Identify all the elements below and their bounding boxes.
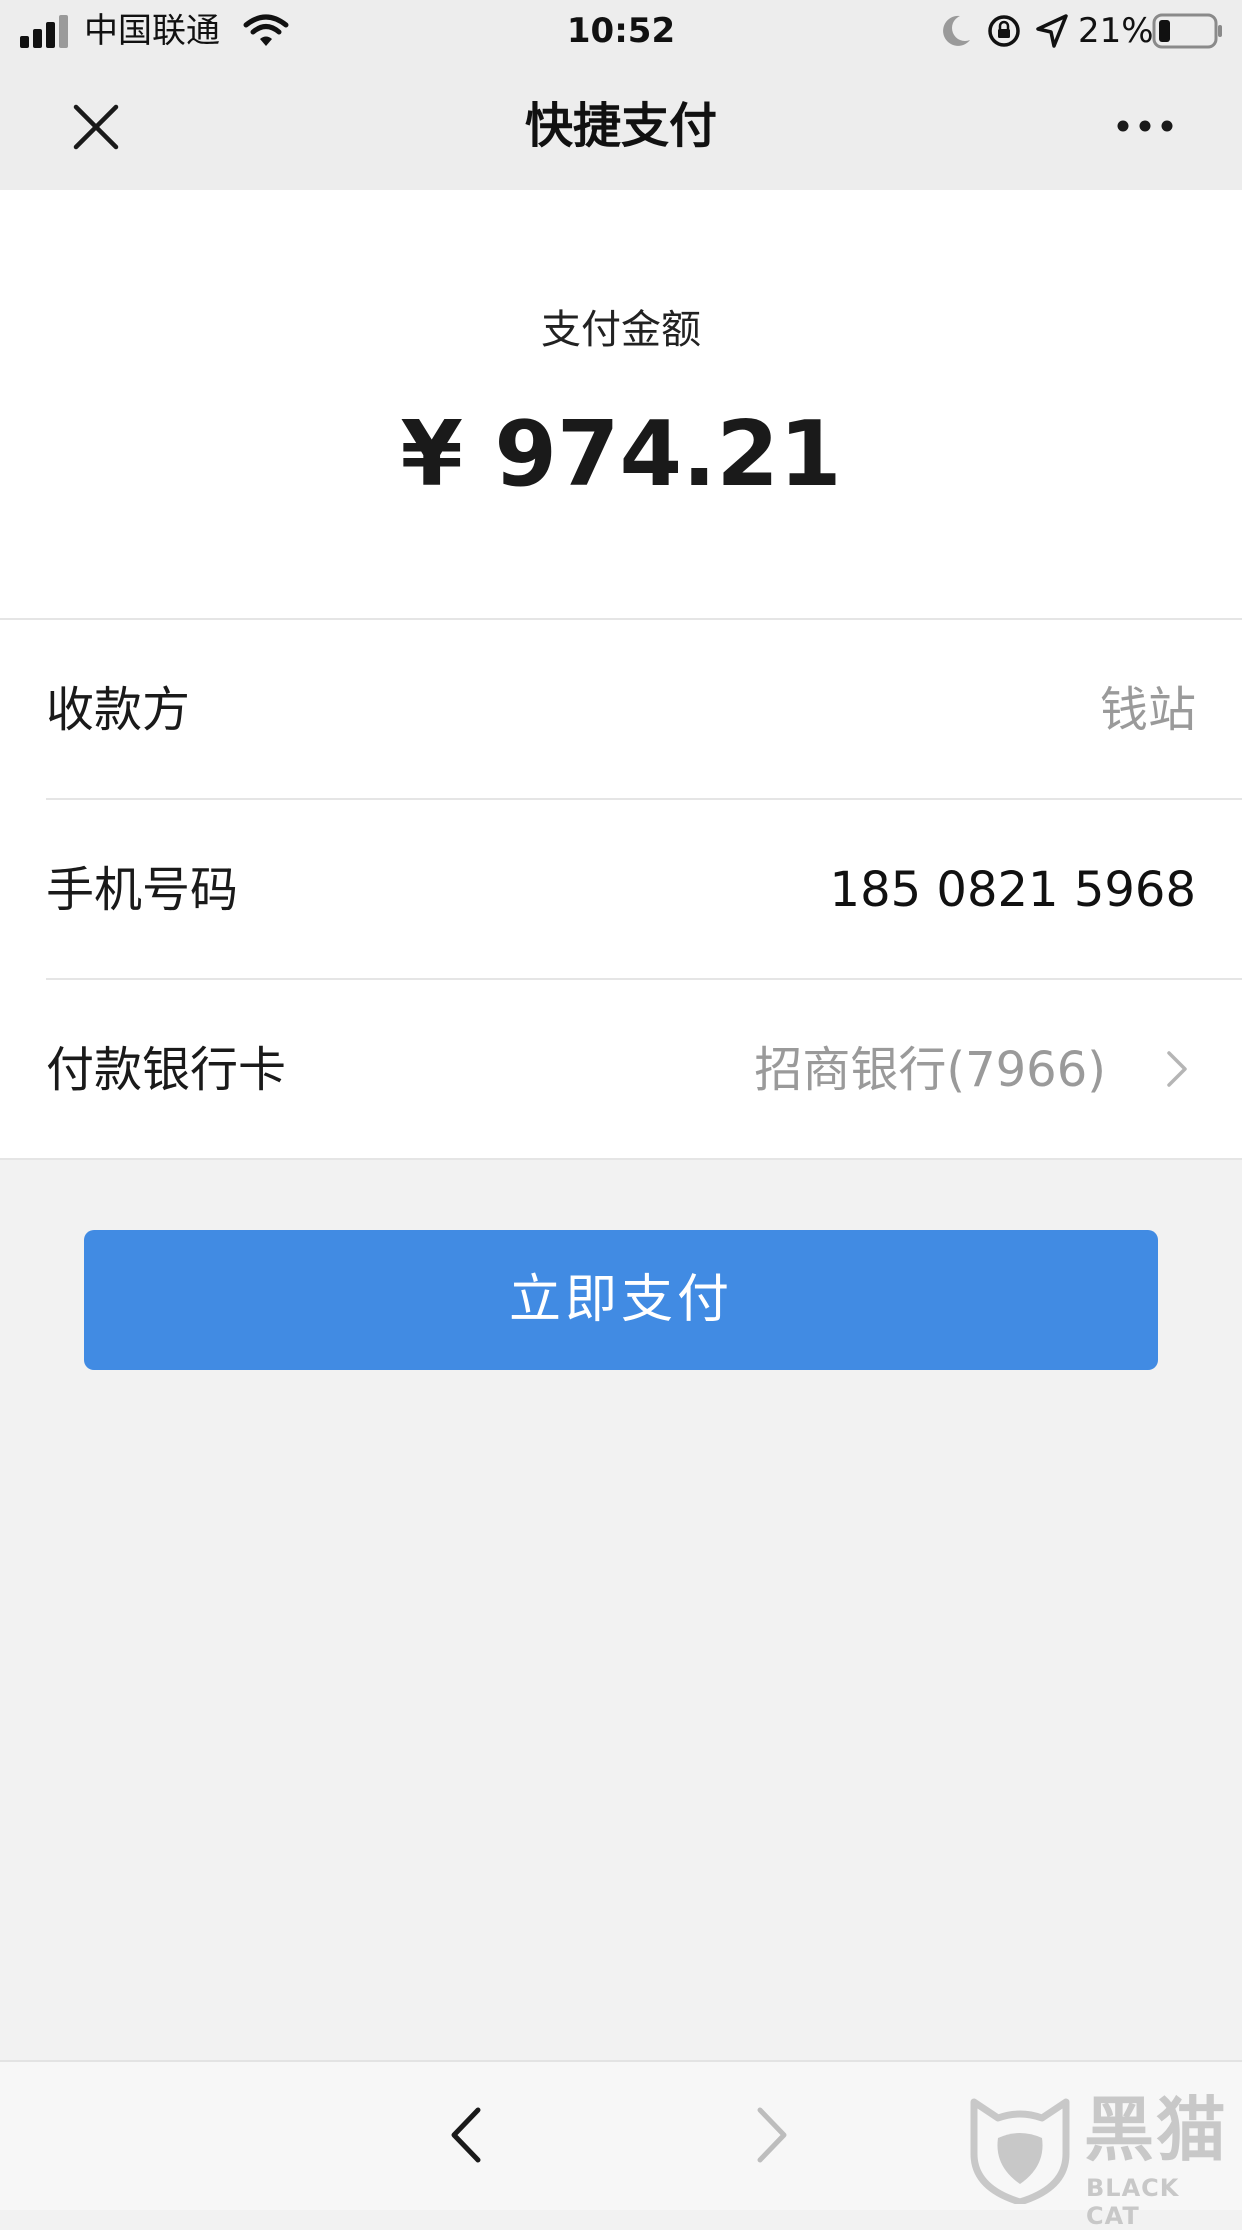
orientation-lock-icon xyxy=(988,15,1020,47)
forward-arrow-icon[interactable] xyxy=(752,2104,792,2166)
battery-icon xyxy=(1152,13,1222,49)
pay-now-button[interactable]: 立即支付 xyxy=(84,1230,1158,1370)
payee-row: 收款方 钱站 xyxy=(0,620,1242,800)
chevron-right-icon xyxy=(1167,1051,1187,1087)
moon-icon xyxy=(943,15,970,46)
payment-details-list: 收款方 钱站 手机号码 185 0821 5968 付款银行卡 招商银行(796… xyxy=(0,620,1242,1160)
phone-row: 手机号码 185 0821 5968 xyxy=(0,800,1242,980)
phone-label: 手机号码 xyxy=(46,862,239,918)
watermark: 黑猫 BLACK CAT xyxy=(968,2088,1242,2230)
location-icon xyxy=(1036,14,1068,48)
bank-card-row[interactable]: 付款银行卡 招商银行(7966) xyxy=(0,980,1242,1160)
phone-value: 185 0821 5968 xyxy=(829,862,1196,918)
black-cat-logo-icon xyxy=(970,2098,1070,2204)
amount-section: 支付金额 ¥ 974.21 xyxy=(0,190,1242,620)
more-icon xyxy=(1117,120,1173,132)
payee-value: 钱站 xyxy=(1099,682,1196,738)
page-title: 快捷支付 xyxy=(524,98,717,154)
more-button[interactable] xyxy=(1105,96,1185,156)
amount-label: 支付金额 xyxy=(541,307,701,353)
back-arrow-icon[interactable] xyxy=(446,2104,486,2166)
battery-percent: 21% xyxy=(1078,11,1154,51)
bank-card-value: 招商银行(7966) xyxy=(754,1042,1106,1098)
watermark-text-en: BLACK CAT xyxy=(1086,2174,1180,2230)
close-icon xyxy=(73,104,119,150)
amount-value: ¥ 974.21 xyxy=(400,402,842,507)
close-button[interactable] xyxy=(56,92,136,162)
watermark-text-cn: 黑猫 xyxy=(1084,2089,1228,2171)
status-bar: 中国联通 10:52 21% xyxy=(0,0,1242,62)
nav-bar: 快捷支付 xyxy=(0,62,1242,190)
bank-card-label: 付款银行卡 xyxy=(46,1042,287,1098)
payee-label: 收款方 xyxy=(46,682,191,738)
